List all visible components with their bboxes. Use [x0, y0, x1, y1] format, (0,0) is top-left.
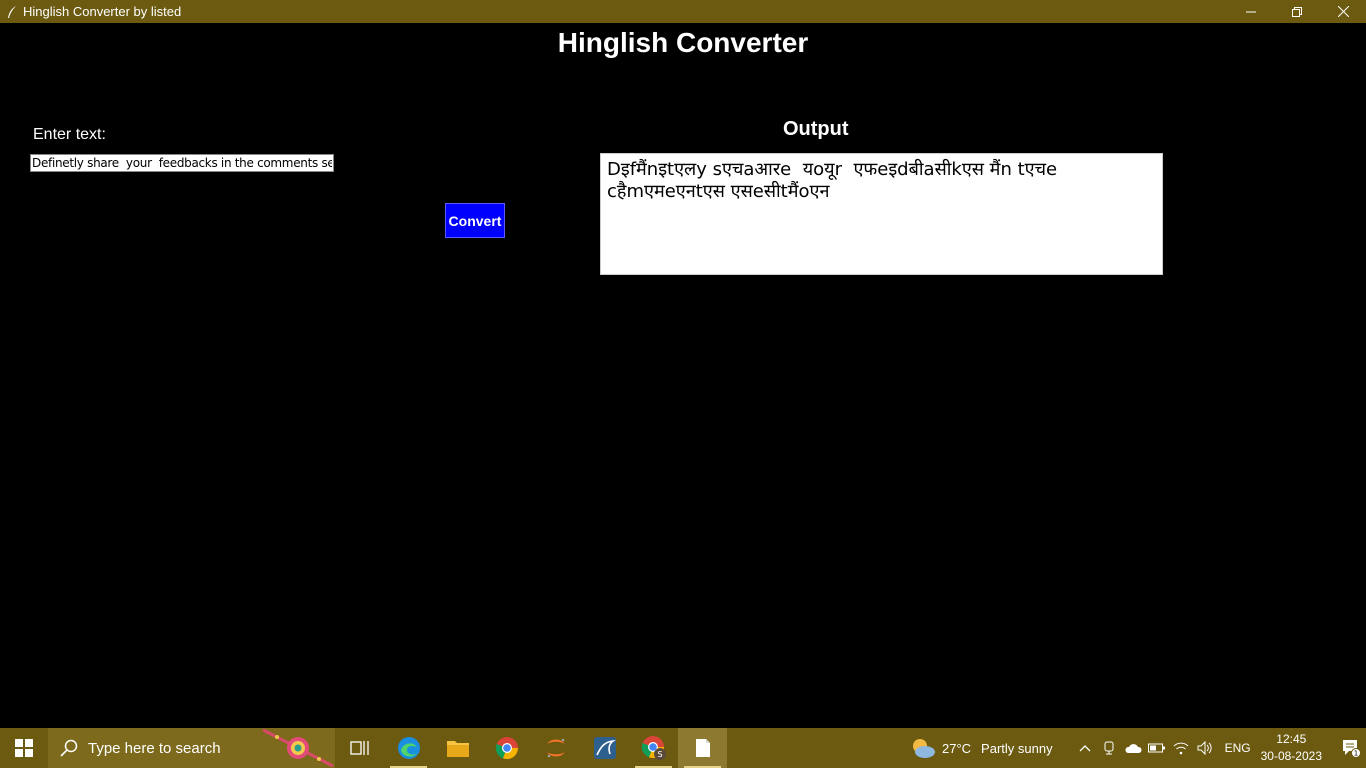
task-view-button[interactable]: [335, 728, 384, 768]
taskbar-jupyter[interactable]: [531, 728, 580, 768]
battery-icon[interactable]: [1145, 728, 1169, 768]
search-icon: [60, 739, 78, 757]
search-placeholder: Type here to search: [88, 739, 221, 757]
window-title: Hinglish Converter by listed: [23, 4, 182, 19]
notification-badge: 1: [1354, 750, 1358, 758]
convert-button[interactable]: Convert: [445, 203, 505, 238]
restore-button[interactable]: [1274, 0, 1320, 23]
volume-icon[interactable]: [1193, 728, 1217, 768]
notification-center-button[interactable]: 1: [1336, 728, 1366, 768]
taskbar: Type here to search S 27°C Partly sunny …: [0, 728, 1366, 768]
notification-icon: 1: [1343, 740, 1361, 758]
taskbar-chrome[interactable]: [482, 728, 531, 768]
close-button[interactable]: [1320, 0, 1366, 23]
taskbar-chrome-profile[interactable]: S: [629, 728, 678, 768]
clock[interactable]: 12:45 30-08-2023: [1261, 731, 1322, 765]
weather-temperature: 27°C: [942, 740, 972, 756]
windows-icon: [15, 739, 33, 757]
partly-sunny-icon: [913, 739, 935, 758]
wifi-icon[interactable]: [1169, 728, 1193, 768]
mysql-workbench-icon: [593, 737, 616, 759]
jupyter-icon: [546, 738, 565, 758]
clock-time: 12:45: [1276, 732, 1307, 746]
onedrive-cloud-icon[interactable]: [1121, 728, 1145, 768]
weather-widget[interactable]: 27°C Partly sunny: [910, 737, 1053, 759]
system-tray: 27°C Partly sunny ENG 12:45 30-08-2023 1: [910, 728, 1366, 768]
clock-date: 30-08-2023: [1260, 749, 1322, 763]
taskbar-mysql-workbench[interactable]: [580, 728, 629, 768]
taskbar-search[interactable]: Type here to search: [48, 728, 335, 768]
task-view-icon: [349, 741, 369, 755]
svg-text:S: S: [657, 750, 662, 759]
chrome-profile-icon: S: [641, 736, 666, 760]
window-controls: [1228, 0, 1366, 23]
minimize-icon: [1246, 11, 1256, 12]
start-button[interactable]: [0, 728, 48, 768]
close-icon: [1337, 6, 1349, 17]
edge-icon: [397, 737, 420, 759]
feather-icon: [4, 4, 20, 20]
taskbar-edge[interactable]: [384, 728, 433, 768]
document-icon: [695, 739, 710, 757]
window-titlebar: Hinglish Converter by listed: [0, 0, 1366, 23]
taskbar-file-explorer[interactable]: [433, 728, 482, 768]
chrome-icon: [495, 737, 518, 760]
output-label: Output: [783, 118, 849, 140]
output-textarea[interactable]: Dइfमैंnइtएलy sएचaआरe यoयूr एफeइdबीaसीkएस…: [600, 153, 1163, 275]
text-input[interactable]: [30, 154, 334, 172]
taskbar-python-app[interactable]: [678, 728, 727, 768]
folder-icon: [446, 741, 469, 757]
rakhi-icon: [263, 728, 333, 768]
minimize-button[interactable]: [1228, 0, 1274, 23]
meet-now-icon[interactable]: [1097, 728, 1121, 768]
chevron-up-icon[interactable]: [1073, 728, 1097, 768]
language-indicator[interactable]: ENG: [1225, 741, 1251, 755]
page-title: Hinglish Converter: [557, 27, 809, 58]
restore-icon: [1292, 6, 1302, 17]
input-label: Enter text:: [33, 126, 106, 143]
weather-description: Partly sunny: [981, 740, 1053, 756]
app-window: Hinglish Converter Enter text: Convert O…: [0, 23, 1366, 728]
